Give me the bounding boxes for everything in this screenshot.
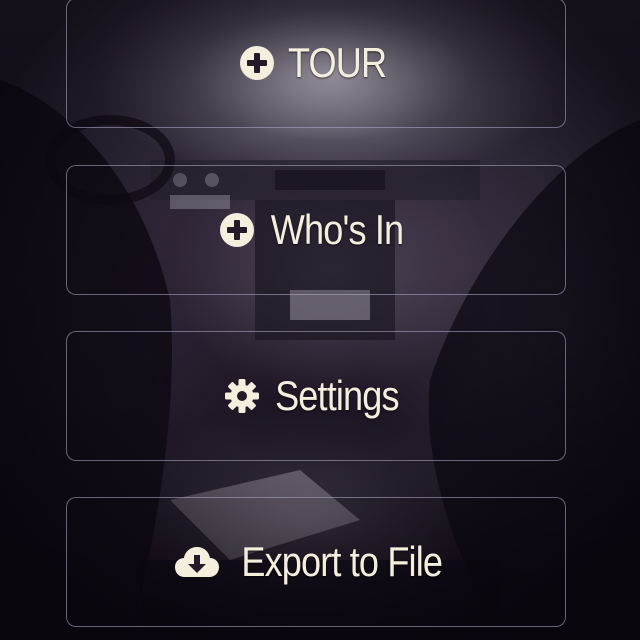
app-screen: TOUR Who's In Settings Export to File — [0, 0, 640, 640]
cloud-download-icon — [173, 543, 221, 581]
settings-label: Settings — [275, 372, 399, 419]
tour-button[interactable]: TOUR — [66, 0, 566, 128]
plus-circle-icon — [238, 44, 276, 82]
gear-icon — [223, 377, 261, 415]
whos-in-label: Who's In — [270, 206, 404, 253]
settings-button[interactable]: Settings — [66, 331, 566, 461]
tour-label: TOUR — [287, 39, 387, 86]
export-to-file-label: Export to File — [241, 538, 444, 585]
export-to-file-button[interactable]: Export to File — [66, 497, 566, 627]
whos-in-button[interactable]: Who's In — [66, 165, 566, 295]
plus-circle-icon — [218, 211, 256, 249]
